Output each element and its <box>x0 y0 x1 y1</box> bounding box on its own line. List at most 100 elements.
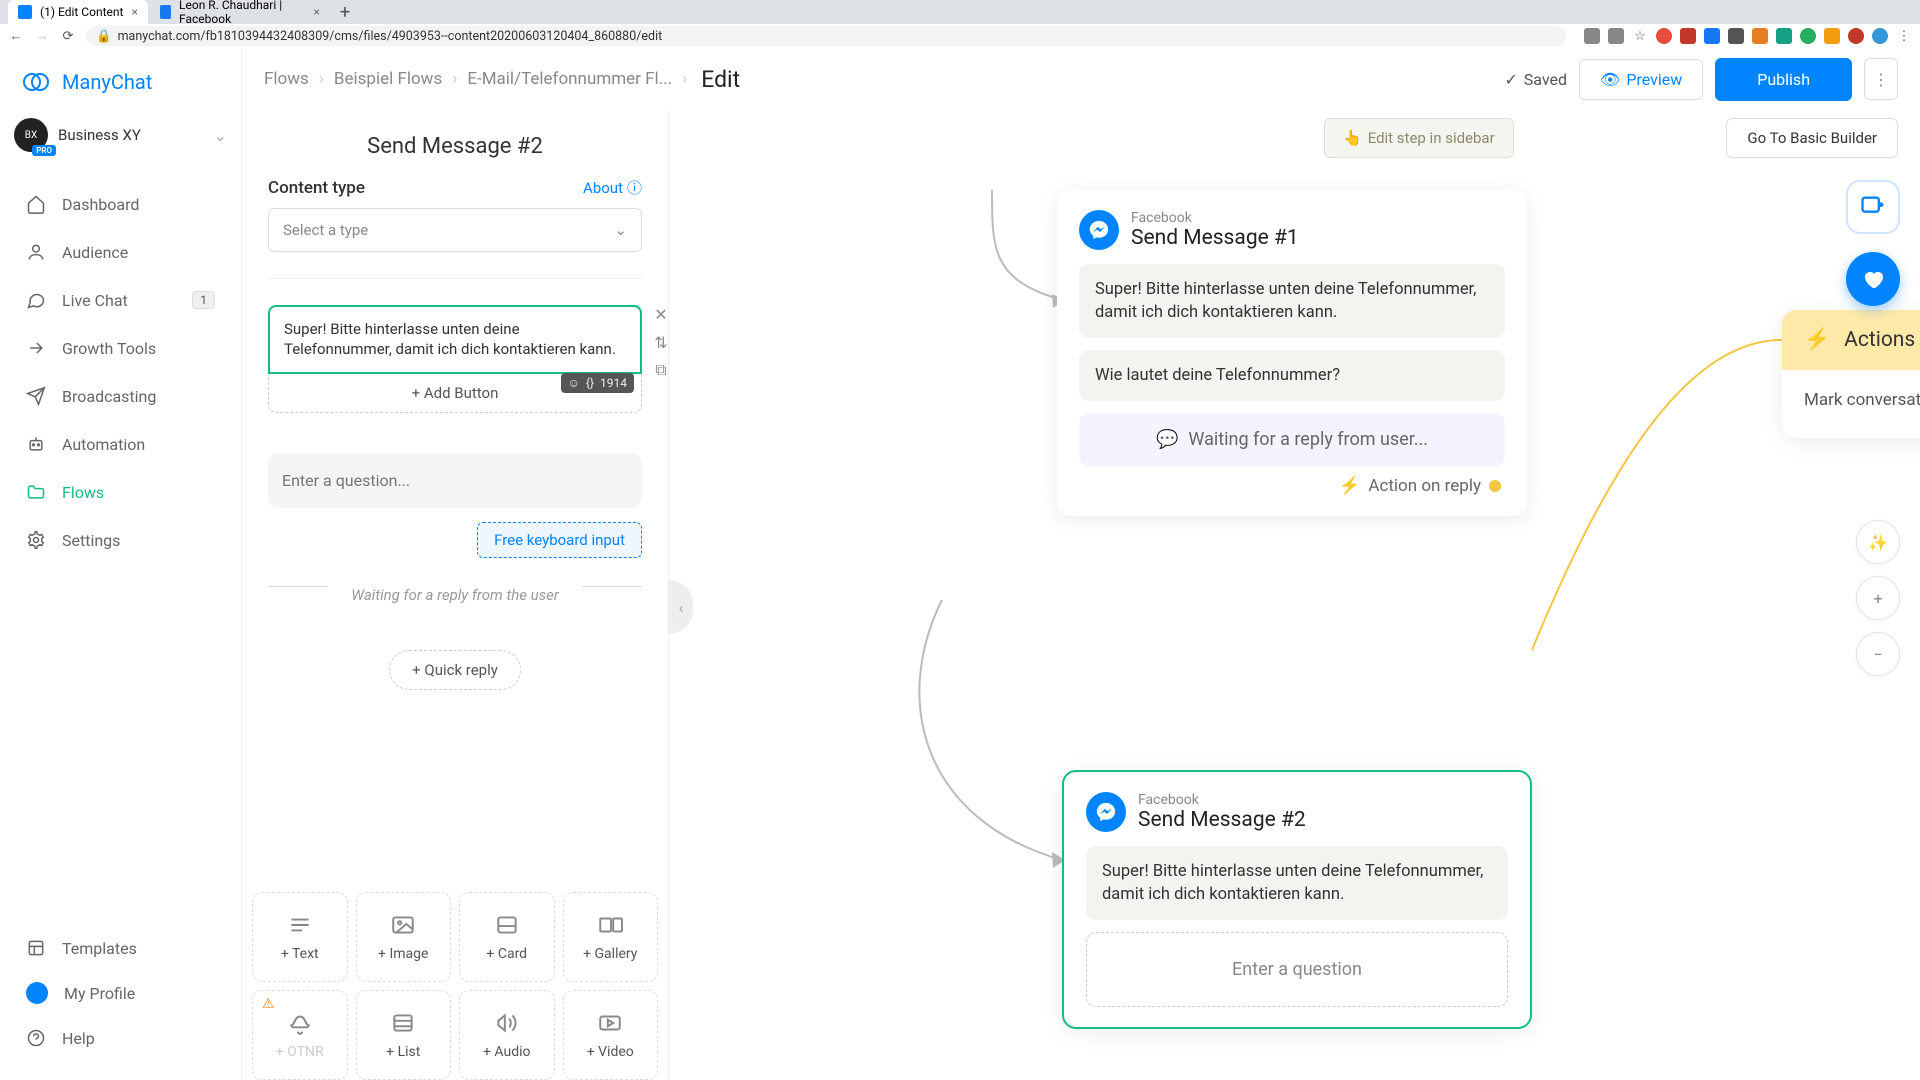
node-question-placeholder[interactable]: Enter a question <box>1086 932 1508 1007</box>
ext-icon[interactable] <box>1824 28 1840 44</box>
nav-live-chat[interactable]: Live Chat1 <box>0 276 241 324</box>
preview-button[interactable]: 👁Preview <box>1579 59 1703 100</box>
breadcrumb-item[interactable]: E-Mail/Telefonnummer Fl... <box>467 69 672 89</box>
add-node-button[interactable] <box>1846 180 1900 234</box>
manychat-logo-icon <box>20 66 52 98</box>
message-text-input[interactable]: Super! Bitte hinterlasse unten deine Tel… <box>268 305 642 374</box>
breadcrumb-item[interactable]: Beispiel Flows <box>334 69 442 89</box>
publish-button[interactable]: Publish <box>1715 58 1852 101</box>
nav-label: Audience <box>62 243 128 262</box>
tab-title: Leon R. Chaudhari | Facebook <box>179 0 305 26</box>
edit-step-button[interactable]: 👆Edit step in sidebar <box>1324 118 1514 158</box>
zoom-out-button[interactable]: − <box>1856 632 1900 676</box>
canvas[interactable]: Send Message #2 Content type Aboutⓘ Sele… <box>242 110 1920 1080</box>
action-on-reply[interactable]: ⚡Action on reply <box>1079 466 1505 496</box>
ext-icon[interactable] <box>1800 28 1816 44</box>
block-image[interactable]: + Image <box>356 892 452 982</box>
send-icon <box>26 386 46 406</box>
org-selector[interactable]: BXPRO Business XY ⌄ <box>0 108 241 162</box>
nav-profile[interactable]: My Profile <box>0 970 241 1016</box>
block-text[interactable]: + Text <box>252 892 348 982</box>
nav-help[interactable]: Help <box>0 1016 241 1060</box>
address-bar[interactable]: 🔒 manychat.com/fb181039443240830​9/cms/f… <box>86 26 1566 46</box>
nav-flows[interactable]: Flows <box>0 468 241 516</box>
badge-count: 1 <box>192 291 215 309</box>
nav-settings[interactable]: Settings <box>0 516 241 564</box>
copy-icon[interactable]: ⧉ <box>652 361 668 379</box>
nav-automation[interactable]: Automation <box>0 420 241 468</box>
more-menu-button[interactable]: ⋮ <box>1864 58 1898 100</box>
menu-icon[interactable]: ⋮ <box>1896 28 1912 44</box>
breadcrumb-item[interactable]: Flows <box>264 69 309 89</box>
block-card[interactable]: + Card <box>459 892 555 982</box>
free-keyboard-button[interactable]: Free keyboard input <box>477 522 642 558</box>
content-type-select[interactable]: Select a type ⌄ <box>268 208 642 252</box>
logo-row[interactable]: ManyChat <box>0 48 241 108</box>
basic-builder-button[interactable]: Go To Basic Builder <box>1726 118 1898 158</box>
nav-broadcasting[interactable]: Broadcasting <box>0 372 241 420</box>
move-icon[interactable]: ⇅ <box>652 333 668 351</box>
bolt-icon: ⚡ <box>1804 328 1830 352</box>
ext-icon[interactable] <box>1848 28 1864 44</box>
close-icon[interactable]: ✕ <box>652 305 668 323</box>
plus-icon: + <box>1873 589 1882 608</box>
ext-icon[interactable] <box>1704 28 1720 44</box>
content-blocks: + Text + Image + Card + Gallery ⚠+ OTNR … <box>242 872 668 1080</box>
close-icon[interactable]: × <box>313 5 319 19</box>
node-platform: Facebook <box>1131 210 1299 226</box>
nav-dashboard[interactable]: Dashboard <box>0 180 241 228</box>
emoji-icon[interactable]: ☺ <box>568 376 580 390</box>
nav-growth-tools[interactable]: Growth Tools <box>0 324 241 372</box>
block-audio[interactable]: + Audio <box>459 990 555 1080</box>
avatar-icon[interactable] <box>1872 28 1888 44</box>
divider <box>268 278 642 279</box>
collapse-panel-button[interactable]: ‹ <box>669 580 693 634</box>
new-tab-button[interactable]: + <box>332 2 358 23</box>
forward-icon[interactable]: → <box>34 28 50 44</box>
ext-icon[interactable] <box>1656 28 1672 44</box>
browser-tab[interactable]: Leon R. Chaudhari | Facebook × <box>150 0 330 24</box>
question-input[interactable] <box>268 453 642 508</box>
check-icon: ✓ <box>1504 70 1517 89</box>
ext-icon[interactable] <box>1680 28 1696 44</box>
ext-icon[interactable] <box>1608 28 1624 44</box>
node-title: Send Message #1 <box>1131 226 1299 250</box>
quick-reply-button[interactable]: + Quick reply <box>389 650 521 690</box>
star-icon[interactable]: ☆ <box>1632 28 1648 44</box>
close-icon[interactable]: × <box>131 5 137 19</box>
block-gallery[interactable]: + Gallery <box>563 892 659 982</box>
reload-icon[interactable]: ⟳ <box>60 28 76 44</box>
node-send-message-2[interactable]: Facebook Send Message #2 Super! Bitte hi… <box>1062 770 1532 1029</box>
feedback-button[interactable] <box>1846 252 1900 306</box>
ext-icon[interactable] <box>1728 28 1744 44</box>
browser-tab-active[interactable]: (1) Edit Content × <box>8 0 148 24</box>
block-list[interactable]: + List <box>356 990 452 1080</box>
magic-button[interactable]: ✨ <box>1856 520 1900 564</box>
publish-label: Publish <box>1757 70 1810 89</box>
ext-icon[interactable] <box>1776 28 1792 44</box>
ext-icon[interactable] <box>1584 28 1600 44</box>
nav-templates[interactable]: Templates <box>0 926 241 970</box>
block-label: + Card <box>486 946 527 962</box>
node-waiting: 💬Waiting for a reply from user... <box>1079 413 1505 466</box>
about-label: About <box>583 179 623 197</box>
connection-dot[interactable] <box>1489 480 1501 492</box>
user-icon <box>26 242 46 262</box>
favicon-icon <box>18 5 32 19</box>
nav-label: Settings <box>62 531 120 550</box>
back-icon[interactable]: ← <box>8 28 24 44</box>
connector-line <box>902 600 1082 880</box>
bolt-icon: ⚡ <box>1339 476 1360 496</box>
nav-audience[interactable]: Audience <box>0 228 241 276</box>
message-text: Super! Bitte hinterlasse unten deine Tel… <box>284 320 616 358</box>
zoom-in-button[interactable]: + <box>1856 576 1900 620</box>
block-video[interactable]: + Video <box>563 990 659 1080</box>
node-send-message-1[interactable]: Facebook Send Message #1 Super! Bitte hi… <box>1057 190 1527 516</box>
ext-icon[interactable] <box>1752 28 1768 44</box>
url-text: manychat.com/fb181039443240830​9/cms/fil… <box>118 29 663 44</box>
braces-icon[interactable]: {} <box>586 376 594 390</box>
node-actions[interactable]: ⚡Actions Mark conversation as Done <box>1782 310 1920 438</box>
about-link[interactable]: Aboutⓘ <box>583 177 642 198</box>
nav-label: Broadcasting <box>62 387 156 406</box>
quick-reply-label: + Quick reply <box>412 661 498 679</box>
